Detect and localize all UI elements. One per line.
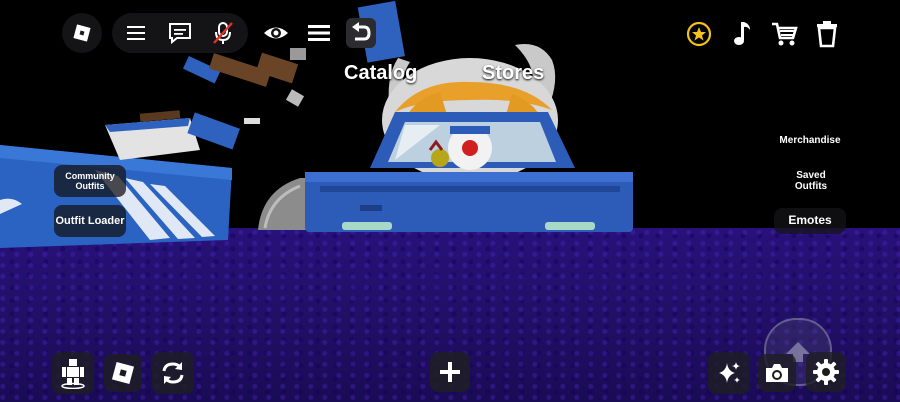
favorites-button[interactable]: [686, 21, 712, 47]
hamburger-menu-icon: [127, 26, 145, 40]
outfit-loader-label: Outfit Loader: [55, 214, 125, 227]
music-button[interactable]: [730, 20, 752, 48]
delete-button[interactable]: [815, 20, 839, 48]
merchandise-button[interactable]: Merchandise: [774, 130, 846, 152]
settings-gear-icon: [813, 359, 839, 385]
avatar-editor-button[interactable]: [52, 352, 94, 394]
chat-button[interactable]: [167, 21, 193, 45]
sparkle-icon: [719, 362, 740, 383]
microphone-button[interactable]: [210, 20, 236, 46]
avatar-icon: [61, 359, 85, 389]
hamburger-button[interactable]: [124, 21, 148, 45]
plus-icon: [440, 362, 460, 382]
roblox-menu-button[interactable]: [62, 13, 102, 53]
saved-outfits-label: Saved Outfits: [794, 169, 828, 193]
refresh-button[interactable]: [152, 352, 194, 394]
settings-button[interactable]: [806, 352, 846, 392]
emotes-button[interactable]: Emotes: [774, 208, 846, 234]
roblox-logo-icon: [73, 24, 91, 42]
visibility-button[interactable]: [262, 20, 290, 46]
add-button[interactable]: [430, 352, 470, 392]
star-icon: [686, 21, 712, 47]
eye-icon: [264, 27, 288, 39]
roblox-icon: [111, 361, 135, 385]
shopping-cart-icon: [772, 22, 798, 46]
emotes-label: Emotes: [788, 213, 832, 228]
community-outfits-button[interactable]: Community Outfits: [54, 165, 126, 197]
refresh-icon: [162, 362, 184, 384]
undo-icon: [352, 22, 371, 41]
saved-outfits-button[interactable]: Saved Outfits: [782, 166, 840, 196]
list-menu-button[interactable]: [306, 20, 332, 46]
microphone-muted-icon: [213, 22, 233, 44]
list-icon: [308, 25, 330, 41]
cart-button[interactable]: [770, 20, 798, 48]
roblox-home-button[interactable]: [104, 354, 142, 392]
trash-icon: [817, 21, 837, 48]
catalog-tab[interactable]: Catalog: [344, 62, 417, 85]
merchandise-label: Merchandise: [779, 135, 841, 147]
stores-tab[interactable]: Stores: [482, 62, 544, 85]
music-note-icon: [734, 22, 750, 45]
undo-button[interactable]: [346, 18, 376, 48]
screenshot-button[interactable]: [758, 354, 796, 392]
community-outfits-label: Community Outfits: [65, 170, 115, 191]
outfit-loader-button[interactable]: Outfit Loader: [54, 205, 126, 237]
camera-icon: [766, 364, 788, 382]
effects-button[interactable]: [708, 352, 750, 394]
chat-icon: [169, 23, 191, 45]
topbar-group: [112, 13, 248, 53]
game-viewport[interactable]: Catalog Stores Community Outfits Outfit: [0, 0, 900, 402]
